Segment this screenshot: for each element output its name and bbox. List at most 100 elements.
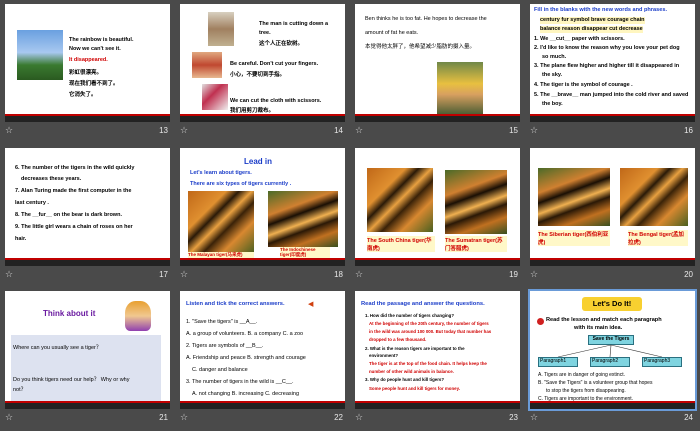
- slide-thumb-22[interactable]: Listen and tick the correct answers. ◀ 1…: [175, 287, 350, 431]
- star-icon[interactable]: ☆: [530, 126, 538, 136]
- slide-footer: [355, 401, 520, 410]
- slide-text: 4. The tiger is the symbol of courage .: [534, 82, 633, 88]
- slide-footer: [530, 114, 695, 122]
- slide-footer: [180, 401, 345, 410]
- star-icon[interactable]: ☆: [5, 126, 13, 136]
- star-icon[interactable]: ☆: [5, 413, 13, 423]
- slide-number: 21: [159, 413, 168, 423]
- tiger-image: [538, 167, 610, 226]
- paragraph-label: Paragraph2: [592, 358, 619, 365]
- slide-14[interactable]: The man is cutting down a tree. 这个人正在砍树。…: [180, 4, 345, 122]
- star-icon[interactable]: ☆: [530, 413, 538, 423]
- slide-thumb-14[interactable]: The man is cutting down a tree. 这个人正在砍树。…: [175, 0, 350, 144]
- slide-18[interactable]: Lead in Let's learn about tigers. There …: [180, 147, 345, 266]
- slide-20[interactable]: The Siberian tiger(西伯利亚虎) The Bengal tig…: [530, 147, 695, 266]
- slide-text: 2. Tigers are symbols of __B__.: [186, 343, 264, 350]
- tiger-caption: The Indochinese tiger(印度虎): [280, 246, 330, 258]
- slide-thumb-16[interactable]: Fill in the blanks with the new words an…: [525, 0, 700, 144]
- connector-line: [610, 345, 663, 358]
- speaker-icon[interactable]: ◀: [308, 300, 316, 308]
- slide-thumb-19[interactable]: The South China tiger(华南虎) The Sumatran …: [350, 144, 525, 288]
- star-icon[interactable]: ☆: [180, 126, 188, 136]
- slide-thumb-23[interactable]: Read the passage and answer the question…: [350, 287, 525, 431]
- slide-thumb-20[interactable]: The Siberian tiger(西伯利亚虎) The Bengal tig…: [525, 144, 700, 288]
- star-icon[interactable]: ☆: [530, 270, 538, 280]
- slide-text: Let's learn about tigers.: [190, 169, 252, 176]
- slide-text: 小心，不要切到手指。: [230, 72, 286, 78]
- slide-text: 1. "Save the tigers" is __A__.: [186, 319, 258, 326]
- slide-meta: ☆ 16: [530, 126, 695, 140]
- slide-text: so much.: [542, 54, 567, 60]
- slide-thumb-21[interactable]: Think about it Where can you usually see…: [0, 287, 175, 431]
- slide-footer: [5, 257, 170, 266]
- slide-text: 1. We __cut__ paper with scissors.: [534, 36, 625, 42]
- slide-text: 本觉得他太胖了，他希望减少脂肪的摄入量。: [365, 44, 476, 50]
- slide-text: 6. The number of the tigers in the wild …: [15, 164, 135, 171]
- slide-text: The tiger is at the top of the food chai…: [369, 361, 487, 367]
- slide-text: 8. The __fur__ on the bear is dark brown…: [15, 211, 122, 218]
- slide-text: The rainbow is beautiful.: [69, 37, 134, 43]
- slide-text: tree.: [259, 30, 271, 36]
- slide-number: 18: [334, 269, 343, 279]
- slide-thumb-13[interactable]: The rainbow is beautiful. Now we can't s…: [0, 0, 175, 144]
- slide-text: 1. How did the number of tigers changing…: [365, 313, 455, 319]
- slide-meta: ☆ 20: [530, 270, 695, 284]
- connector-line: [609, 345, 612, 358]
- slide-text: dropped to a few thousand.: [369, 337, 427, 343]
- slide-text: We can cut the cloth with scissors.: [230, 98, 322, 104]
- slide-text: in the wild was around 100 000. But toda…: [369, 329, 492, 335]
- slide-footer: [5, 401, 170, 410]
- slide-number: 15: [509, 126, 518, 135]
- slide-text: A. Friendship and peace B. strength and …: [186, 355, 306, 362]
- slide-text: amount of fat he eats.: [365, 30, 419, 36]
- slide-text: 2. I'd like to know the reason why you l…: [534, 45, 680, 51]
- slide-text: 2. What is the reason tigers are importa…: [365, 346, 465, 352]
- slide-thumb-17[interactable]: 6. The number of the tigers in the wild …: [0, 144, 175, 288]
- scissors-image: [202, 84, 228, 110]
- slide-number: 14: [334, 126, 343, 135]
- slide-text: A. a group of volunteers. B. a company C…: [186, 331, 304, 338]
- slide-meta: ☆ 21: [5, 413, 170, 427]
- slide-meta: ☆ 22: [180, 413, 345, 427]
- star-icon[interactable]: ☆: [180, 270, 188, 280]
- slide-title: Lead in: [244, 156, 273, 166]
- paragraph-label: Paragraph1: [540, 358, 567, 365]
- star-icon[interactable]: ☆: [355, 270, 363, 280]
- slide-number: 19: [509, 269, 518, 279]
- slide-text: environment?: [369, 353, 399, 359]
- tree-cutting-image: [208, 12, 234, 46]
- star-icon[interactable]: ☆: [180, 413, 188, 423]
- slide-22[interactable]: Listen and tick the correct answers. ◀ 1…: [180, 291, 345, 410]
- slide-text: Do you think tigers need our help？ Why o…: [13, 377, 130, 384]
- slide-text: 3. Why do people hunt and kill tigers?: [365, 377, 445, 383]
- slide-24[interactable]: Let's Do It! Read the lesson and match e…: [530, 291, 695, 410]
- slide-text: 现在我们看不到了。: [69, 81, 119, 87]
- slide-footer: [355, 114, 520, 122]
- slide-17[interactable]: 6. The number of the tigers in the wild …: [5, 147, 170, 266]
- slide-thumb-15[interactable]: Ben thinks he is too fat. He hopes to de…: [350, 0, 525, 144]
- word-bank: century fur symbol brave courage chain: [540, 17, 645, 25]
- slide-15[interactable]: Ben thinks he is too fat. He hopes to de…: [355, 4, 520, 122]
- slide-21[interactable]: Think about it Where can you usually see…: [5, 291, 170, 410]
- slide-16[interactable]: Fill in the blanks with the new words an…: [530, 4, 695, 122]
- slide-text: The man is cutting down a: [259, 21, 329, 27]
- slide-text: 9. The little girl wears a chain of rose…: [15, 223, 133, 230]
- slide-text: 3. The plane flew higher and higher till…: [534, 63, 680, 69]
- star-icon[interactable]: ☆: [355, 126, 363, 136]
- slide-text: to stop the tigers from disappearing.: [546, 388, 626, 395]
- slide-meta: ☆ 13: [5, 126, 170, 140]
- slide-heading: Fill in the blanks with the new words an…: [534, 7, 668, 13]
- slide-13[interactable]: The rainbow is beautiful. Now we can't s…: [5, 4, 170, 122]
- star-icon[interactable]: ☆: [355, 413, 363, 423]
- star-icon[interactable]: ☆: [5, 270, 13, 280]
- slide-text: the sky.: [542, 72, 563, 78]
- slide-text: 5. The __brave__ man jumped into the col…: [534, 92, 689, 98]
- slide-meta: ☆ 17: [5, 270, 170, 284]
- slide-meta: ☆ 23: [355, 413, 520, 427]
- finger-image: [192, 52, 222, 78]
- slide-thumb-24[interactable]: Let's Do It! Read the lesson and match e…: [525, 287, 700, 431]
- slide-19[interactable]: The South China tiger(华南虎) The Sumatran …: [355, 147, 520, 266]
- slide-number: 16: [684, 126, 693, 135]
- slide-thumb-18[interactable]: Lead in Let's learn about tigers. There …: [175, 144, 350, 288]
- slide-23[interactable]: Read the passage and answer the question…: [355, 291, 520, 410]
